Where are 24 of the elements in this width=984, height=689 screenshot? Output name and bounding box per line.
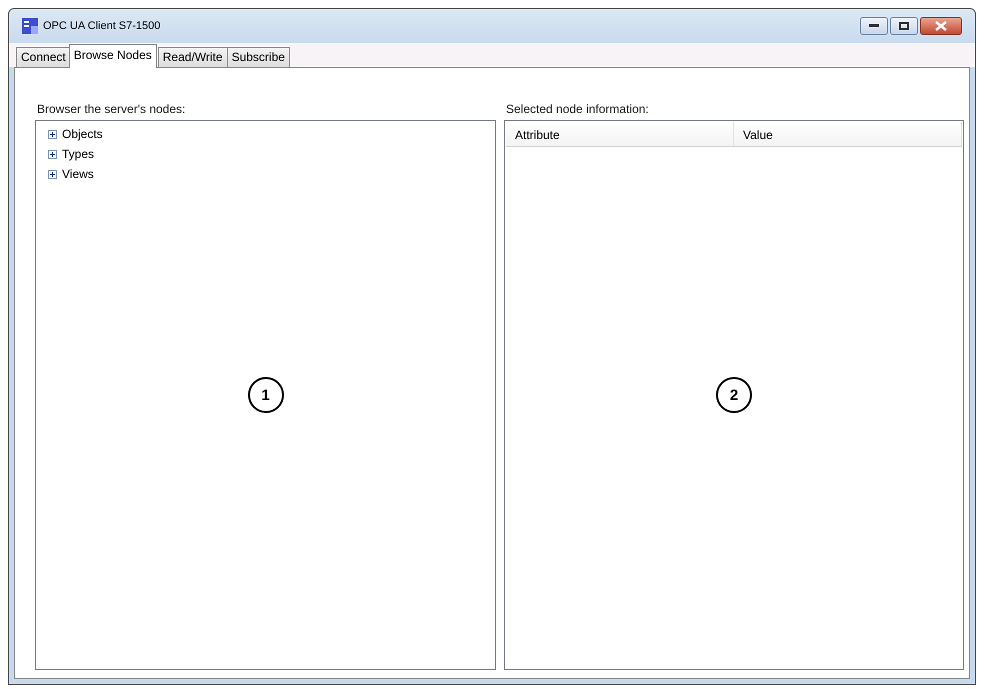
- section-label: Browser the server's nodes:: [37, 102, 186, 116]
- tree-node[interactable]: Types: [60, 147, 96, 161]
- tab[interactable]: Subscribe: [226, 47, 290, 67]
- column-header[interactable]: Attribute: [506, 122, 734, 146]
- maximize-button[interactable]: [890, 17, 918, 35]
- maximize-icon: [899, 22, 909, 30]
- tree-node[interactable]: Objects: [60, 127, 105, 141]
- column-header[interactable]: Value: [734, 122, 962, 146]
- close-button[interactable]: [920, 17, 962, 35]
- app-logo-icon: [22, 18, 38, 34]
- callout-number: 2: [716, 377, 752, 413]
- expand-icon[interactable]: [48, 130, 57, 138]
- tab[interactable]: Connect: [16, 47, 71, 67]
- window-title: OPC UA Client S7-1500: [43, 20, 160, 32]
- minimize-icon: [869, 24, 879, 28]
- expand-icon[interactable]: [48, 150, 57, 158]
- tab[interactable]: Browse Nodes: [68, 44, 157, 68]
- tab[interactable]: Read/Write: [158, 47, 228, 67]
- callout-number: 1: [248, 377, 284, 413]
- expand-icon[interactable]: [48, 170, 57, 178]
- section-label: Selected node information:: [506, 102, 650, 116]
- minimize-button[interactable]: [860, 17, 888, 35]
- tree-node[interactable]: Views: [60, 167, 96, 181]
- close-icon: [935, 21, 947, 31]
